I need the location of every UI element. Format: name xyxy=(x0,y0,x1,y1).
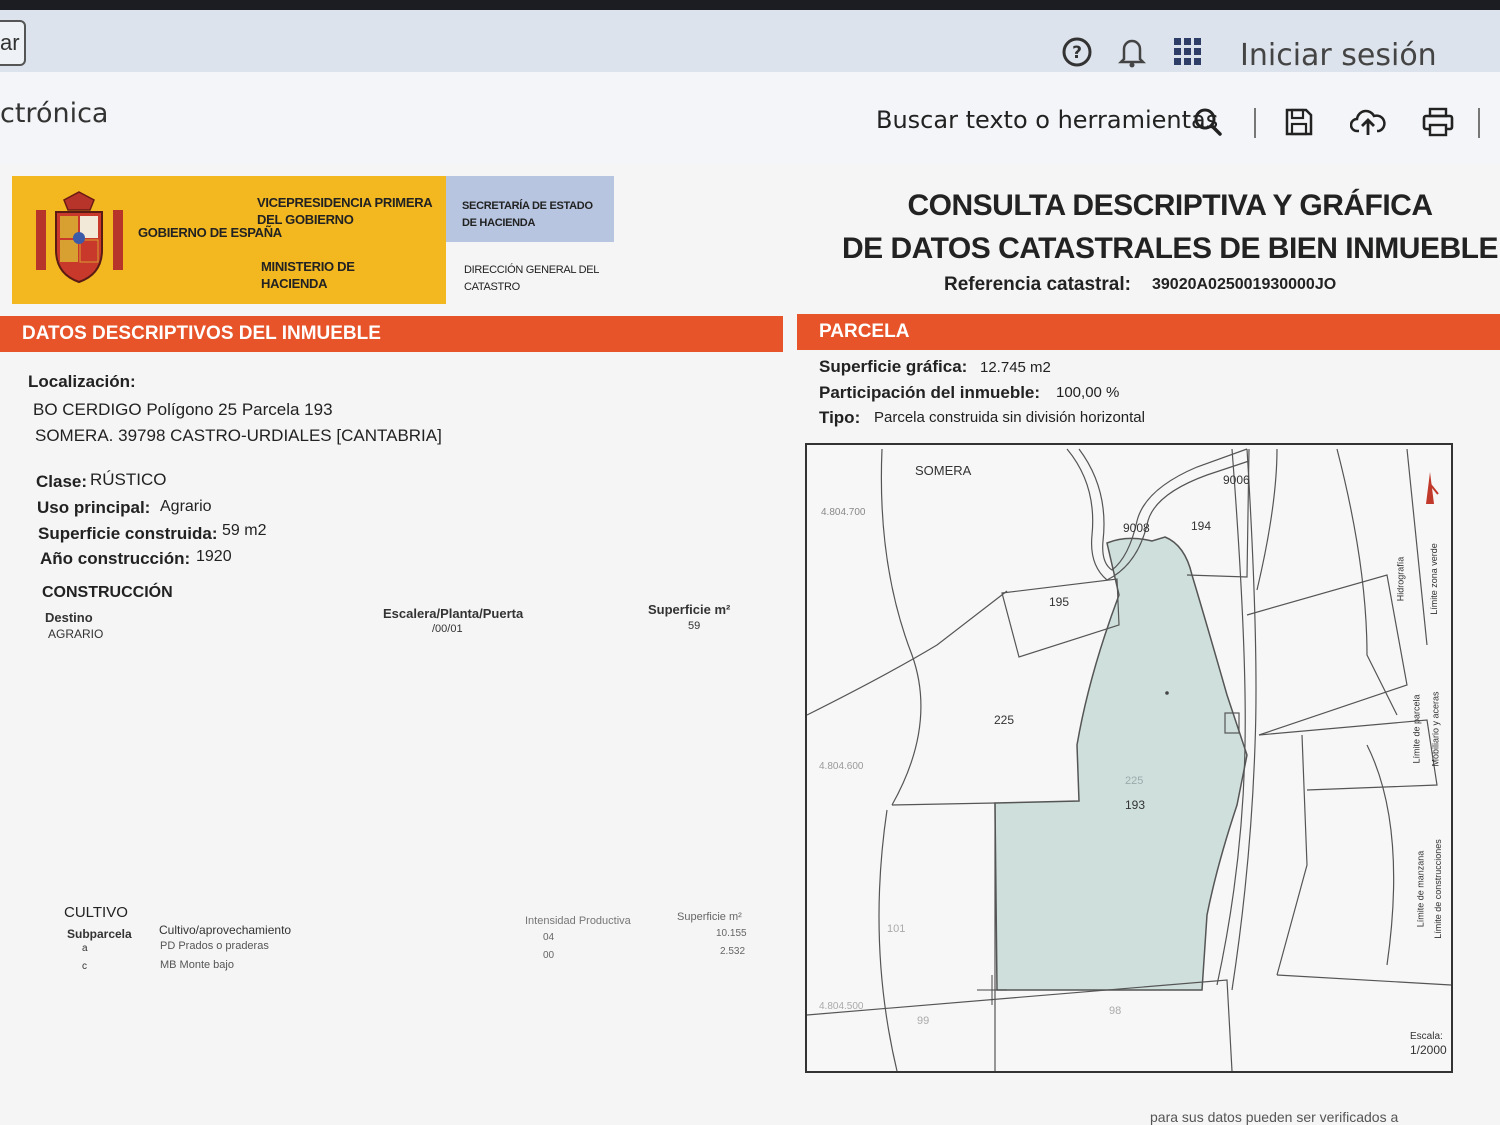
secretaria-label: SECRETARÍA DE ESTADO DE HACIENDA xyxy=(462,200,593,229)
refcat-value: 39020A025001930000JO xyxy=(1152,276,1337,293)
cultivo-col-intensidad: Intensidad Productiva xyxy=(525,915,631,927)
cultivo-row-superficie: 10.155 xyxy=(716,928,747,939)
legend-item: Límite de parcela xyxy=(1411,694,1422,764)
construccion-row-superficie: 59 xyxy=(688,620,701,632)
localizacion-line-1: BO CERDIGO Polígono 25 Parcela 193 xyxy=(33,400,333,419)
cultivo-row-superficie: 2.532 xyxy=(720,946,746,957)
direccion-label: DIRECCIÓN GENERAL DEL CATASTRO xyxy=(464,264,599,293)
uso-value: Agrario xyxy=(160,498,212,515)
browser-top-bar: ar ? Iniciar sesión xyxy=(0,0,1500,73)
map-scale-value: 1/2000 xyxy=(1410,1043,1447,1057)
map-parcel-label: 98 xyxy=(1109,1005,1122,1017)
legend-item: Hidrografía xyxy=(1395,556,1406,602)
construccion-col-escalera: Escalera/Planta/Puerta xyxy=(383,606,524,621)
legend-item: Límite de manzana xyxy=(1415,850,1426,928)
superficie-construida-value: 59 m2 xyxy=(222,522,267,539)
construccion-row-destino: AGRARIO xyxy=(48,627,104,641)
map-parcel-label: 194 xyxy=(1191,519,1212,533)
descriptivos-section-bar: DATOS DESCRIPTIVOS DEL INMUEBLE xyxy=(0,316,783,352)
cultivo-row-cultivo: MB Monte bajo xyxy=(160,959,234,971)
footer-fragment: para sus datos pueden ser verificados a xyxy=(1150,1109,1399,1125)
signin-link[interactable]: Iniciar sesión xyxy=(1240,38,1437,73)
map-scale-label: Escala: xyxy=(1410,1031,1443,1042)
coat-of-arms-icon xyxy=(36,191,123,284)
browser-tab[interactable]: ar xyxy=(0,20,26,66)
cultivo-title: CULTIVO xyxy=(64,904,128,921)
superficie-construida-label: Superficie construida: xyxy=(38,524,218,543)
parcela-superficie-label: Superficie gráfica: xyxy=(819,357,968,376)
save-icon[interactable] xyxy=(1279,102,1319,142)
tipo-value: Parcela construida sin división horizont… xyxy=(874,409,1145,426)
map-legend: Hidrografía Límite zona verde Límite de … xyxy=(1395,464,1488,1024)
map-parcel-label: 193 xyxy=(1125,798,1146,812)
tipo-label: Tipo: xyxy=(819,408,861,427)
legend-item: Mobiliario y aceras xyxy=(1430,691,1441,767)
map-parcel-label: 225 xyxy=(1125,775,1144,787)
parcela-superficie-value: 12.745 m2 xyxy=(980,359,1051,376)
refcat-label: Referencia catastral: xyxy=(944,274,1131,295)
gov-header: GOBIERNO DE ESPAÑA VICEPRESIDENCIA PRIME… xyxy=(12,176,614,304)
print-icon[interactable] xyxy=(1418,102,1458,142)
cultivo-row-cultivo: PD Prados o praderas xyxy=(160,940,269,952)
map-parcel-label: 101 xyxy=(887,923,906,935)
construccion-col-superficie: Superficie m² xyxy=(648,602,731,617)
title-line-2: DE DATOS CATASTRALES DE BIEN INMUEBLE xyxy=(842,232,1498,265)
apps-grid-icon[interactable] xyxy=(1168,32,1208,72)
construccion-row-escalera: /00/01 xyxy=(432,623,463,635)
map-coord-mid: 4.804.600 xyxy=(819,761,864,772)
localizacion-line-2: SOMERA. 39798 CASTRO-URDIALES [CANTABRIA… xyxy=(35,426,442,445)
cultivo-row-intensidad: 04 xyxy=(543,932,555,943)
document-page: GOBIERNO DE ESPAÑA VICEPRESIDENCIA PRIME… xyxy=(0,164,1500,1125)
cultivo-row-subparcela: a xyxy=(82,943,88,954)
cultivo-row-subparcela: c xyxy=(82,961,87,972)
map-place-label: SOMERA xyxy=(915,463,972,478)
map-parcel-label: 225 xyxy=(994,713,1015,727)
construccion-col-destino: Destino xyxy=(45,610,93,625)
svg-text:?: ? xyxy=(1072,43,1082,63)
anio-value: 1920 xyxy=(196,548,232,565)
anio-label: Año construcción: xyxy=(40,549,191,568)
localizacion-label: Localización: xyxy=(28,372,136,391)
title-line-1: CONSULTA DESCRIPTIVA Y GRÁFICA xyxy=(907,189,1433,222)
cultivo-row-intensidad: 00 xyxy=(543,950,555,961)
document-title: CONSULTA DESCRIPTIVA Y GRÁFICA DE DATOS … xyxy=(820,184,1500,270)
cultivo-col-subparcela: Subparcela xyxy=(67,927,132,941)
map-parcel-label: 195 xyxy=(1049,595,1070,609)
uso-label: Uso principal: xyxy=(37,498,151,517)
cultivo-col-superficie: Superficie m² xyxy=(677,911,742,923)
ministerio-label: MINISTERIO DE HACIENDA xyxy=(261,259,355,291)
clase-label: Clase: xyxy=(36,472,88,491)
cadastral-map[interactable]: SOMERA 4.804.700 4.804.600 4.804.500 900… xyxy=(805,443,1453,1073)
clase-value: RÚSTICO xyxy=(90,470,167,489)
map-parcel-label: 99 xyxy=(917,1015,930,1027)
search-tools-label[interactable]: Buscar texto o herramientas xyxy=(876,106,1218,134)
cultivo-col-cultivo: Cultivo/aprovechamiento xyxy=(159,923,292,937)
legend-item: Límite zona verde xyxy=(1428,543,1439,615)
app-title: ctrónica xyxy=(0,98,109,129)
bell-icon[interactable] xyxy=(1112,32,1152,72)
parcela-section-bar: PARCELA xyxy=(797,314,1500,350)
help-icon[interactable]: ? xyxy=(1057,32,1097,72)
legend-item: Límite de construcciones xyxy=(1432,839,1443,939)
search-icon[interactable] xyxy=(1188,102,1228,142)
toolbar-divider xyxy=(1478,108,1480,138)
participacion-label: Participación del inmueble: xyxy=(819,383,1041,402)
participacion-value: 100,00 % xyxy=(1056,384,1120,401)
map-parcel-label: 9008 xyxy=(1123,521,1150,535)
vicepresidencia-label: VICEPRESIDENCIA PRIMERA DEL GOBIERNO xyxy=(257,195,432,227)
map-parcel-label: 9006 xyxy=(1223,473,1250,487)
toolbar-divider xyxy=(1254,108,1256,138)
map-coord-bottom: 4.804.500 xyxy=(819,1001,864,1012)
map-coord-top: 4.804.700 xyxy=(821,507,866,518)
app-toolbar: ctrónica Buscar texto o herramientas xyxy=(0,72,1500,166)
parcel-map-drawing xyxy=(807,448,1451,1071)
cloud-upload-icon[interactable] xyxy=(1348,102,1388,142)
construccion-title: CONSTRUCCIÓN xyxy=(42,584,173,601)
parcel-193-highlight[interactable] xyxy=(994,536,1248,991)
